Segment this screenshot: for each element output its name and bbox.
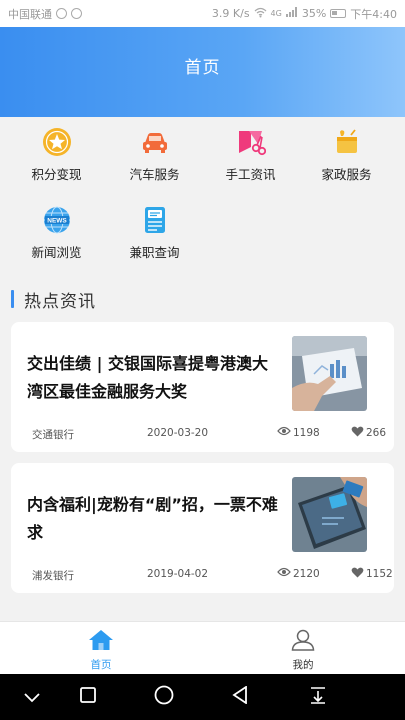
grid-item-label: 新闻浏览 (31, 245, 82, 260)
tab-mine[interactable]: 我的 (202, 622, 404, 675)
news-globe-icon: NEWS (42, 205, 72, 235)
like-count-value: 1152 (366, 568, 393, 580)
clock-time: 下午4:40 (350, 7, 397, 21)
grid-item-car[interactable]: 汽车服务 (104, 117, 205, 187)
battery-percent: 35% (301, 7, 327, 20)
function-grid: 积分变现 汽车服务 手工资讯 家政服务 NEWS 新闻浏览 兼职查询 (0, 117, 405, 275)
grid-item-parttime[interactable]: 兼职查询 (104, 195, 205, 265)
article-date: 2020-03-20 (147, 427, 209, 439)
nav-recents-button[interactable] (73, 682, 103, 712)
wifi-icon (254, 7, 267, 21)
app-header: 首页 (0, 27, 405, 117)
section-accent-bar (11, 290, 14, 308)
eye-icon (277, 567, 291, 580)
view-count-value: 2120 (293, 567, 320, 580)
article-title: 内含福利|宠粉有“剧”招，一票不难求 (27, 495, 278, 542)
article-source: 浦发银行 (32, 570, 74, 582)
view-count: 1198 (277, 426, 320, 439)
bottom-tab-bar: 首页 我的 (0, 621, 405, 674)
signal-bars-icon (285, 7, 298, 20)
like-count[interactable]: 266 (351, 426, 386, 440)
nav-home-button[interactable] (149, 682, 179, 712)
heart-icon (351, 426, 364, 440)
chevron-down-icon (24, 688, 40, 707)
article-card[interactable]: 交出佳绩 | 交银国际喜提粤港澳大湾区最佳金融服务大奖 交通银行 2020-03… (11, 322, 394, 452)
section-title: 热点资讯 (24, 291, 96, 312)
grid-item-label: 兼职查询 (129, 245, 180, 260)
tab-mine-label: 我的 (292, 659, 314, 671)
nav-back-button[interactable] (225, 682, 255, 712)
article-thumbnail (292, 336, 367, 411)
housekeeping-icon (332, 127, 362, 157)
network-speed: 3.9 K/s (211, 7, 250, 20)
nav-download-button[interactable] (303, 682, 333, 712)
circle-icon (154, 685, 174, 709)
grid-item-news[interactable]: NEWS 新闻浏览 (6, 195, 107, 265)
car-icon (140, 127, 170, 157)
nav-collapse-button[interactable] (17, 682, 47, 712)
grid-item-label: 汽车服务 (129, 167, 180, 182)
like-count[interactable]: 1152 (351, 567, 393, 581)
battery-icon (330, 9, 347, 18)
parttime-doc-icon (140, 205, 170, 235)
vpn-icon (56, 8, 67, 19)
grid-item-housekeeping[interactable]: 家政服务 (296, 117, 397, 187)
article-title: 交出佳绩 | 交银国际喜提粤港澳大湾区最佳金融服务大奖 (27, 354, 268, 401)
system-nav-bar (0, 674, 405, 720)
article-card[interactable]: 内含福利|宠粉有“剧”招，一票不难求 浦发银行 2019-04-02 2120 … (11, 463, 394, 593)
eye-icon (277, 426, 291, 439)
grid-item-label: 手工资讯 (225, 167, 276, 182)
signal-type: 4G (270, 9, 282, 18)
page-title: 首页 (184, 58, 221, 78)
grid-item-label: 积分变现 (31, 167, 82, 182)
article-source: 交通银行 (32, 429, 74, 441)
back-triangle-icon (232, 685, 248, 708)
grid-item-points[interactable]: 积分变现 (6, 117, 107, 187)
user-icon (291, 629, 315, 655)
status-bar: 中国联通 3.9 K/s 4G 35% 下午4:40 (0, 0, 405, 27)
like-count-value: 266 (366, 427, 387, 439)
view-count: 2120 (277, 567, 320, 580)
home-icon (88, 629, 114, 655)
heart-icon (351, 567, 364, 581)
article-thumbnail (292, 477, 367, 552)
view-count-value: 1198 (293, 426, 320, 439)
carrier-label: 中国联通 (8, 7, 52, 21)
download-icon (309, 686, 327, 708)
article-date: 2019-04-02 (147, 568, 209, 580)
wechat-icon (71, 8, 82, 19)
section-header: 热点资讯 (11, 288, 96, 312)
scissors-icon (236, 127, 266, 157)
tab-home-label: 首页 (90, 659, 112, 671)
square-icon (80, 687, 96, 707)
points-star-icon (42, 127, 72, 157)
grid-item-label: 家政服务 (321, 167, 372, 182)
tab-home[interactable]: 首页 (0, 622, 202, 675)
svg-text:NEWS: NEWS (47, 218, 67, 225)
grid-item-handcraft[interactable]: 手工资讯 (200, 117, 301, 187)
